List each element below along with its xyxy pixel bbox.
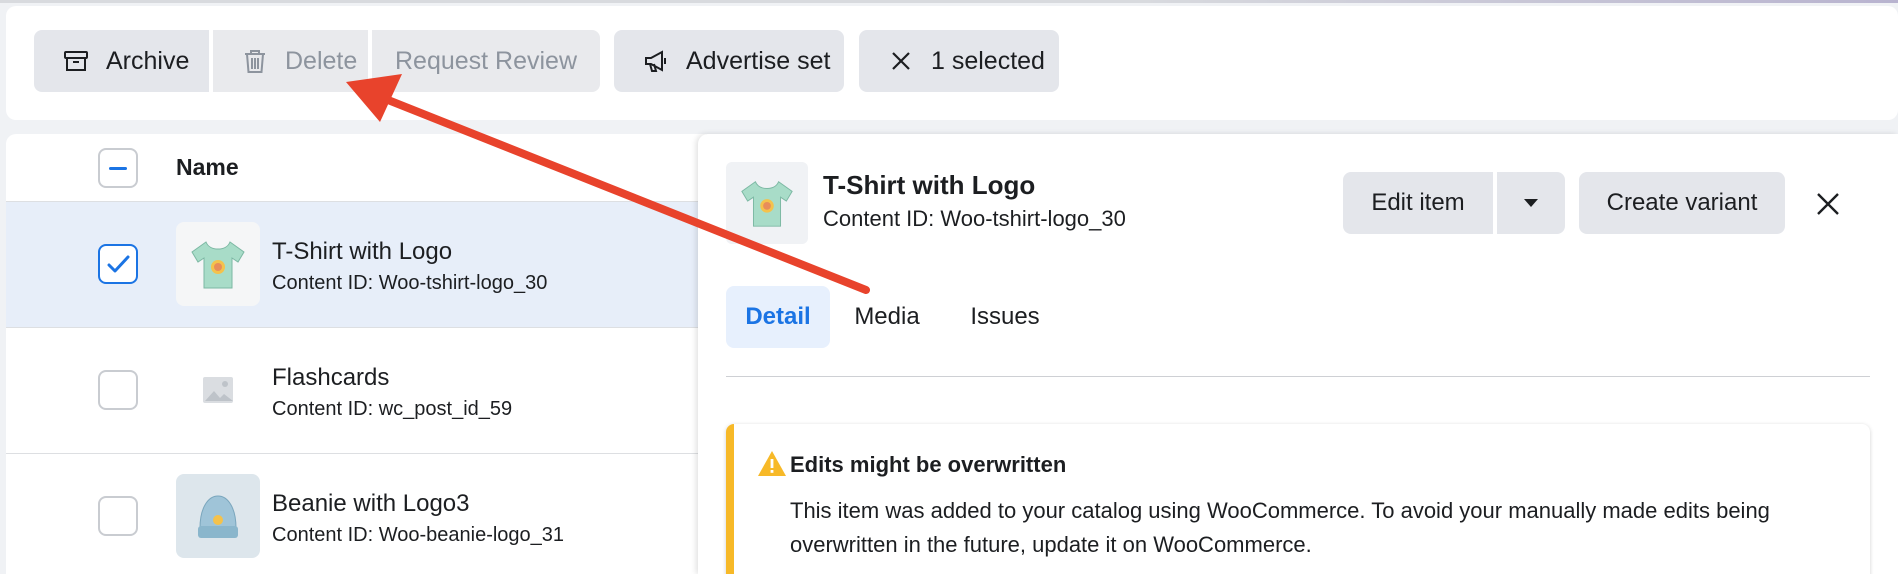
product-thumbnail <box>176 348 260 432</box>
close-icon <box>892 52 910 70</box>
archive-button[interactable]: Archive <box>34 30 209 92</box>
window-top-border <box>0 0 1898 3</box>
row-content-id: Content ID: wc_post_id_59 <box>272 398 513 420</box>
select-all-checkbox[interactable] <box>98 148 138 188</box>
request-review-label: Request Review <box>394 46 578 75</box>
row-checkbox[interactable] <box>98 496 138 536</box>
table-row[interactable]: T-Shirt with Logo Content ID: Woo-tshirt… <box>6 202 706 328</box>
row-title: T-Shirt with Logo <box>272 238 453 265</box>
detail-content-id: Content ID: Woo-tshirt-logo_30 <box>823 206 1126 231</box>
delete-label: Delete <box>285 46 358 75</box>
warning-icon <box>758 451 786 476</box>
trash-icon <box>245 50 265 73</box>
tshirt-image <box>191 241 245 289</box>
tab-divider <box>726 376 1870 377</box>
clear-selection-button[interactable]: 1 selected <box>859 30 1059 92</box>
row-checkbox[interactable] <box>98 370 138 410</box>
edit-options-dropdown[interactable] <box>1497 172 1565 234</box>
megaphone-icon <box>645 50 666 72</box>
detail-thumbnail <box>726 162 808 244</box>
table-header: Name <box>6 134 706 202</box>
product-thumbnail <box>176 222 260 306</box>
row-content-id: Content ID: Woo-beanie-logo_31 <box>272 524 565 546</box>
row-content-id: Content ID: Woo-tshirt-logo_30 <box>272 272 548 294</box>
detail-title: T-Shirt with Logo <box>823 170 1036 200</box>
tshirt-image <box>741 180 793 227</box>
image-placeholder-icon <box>203 377 233 403</box>
row-title: Beanie with Logo3 <box>272 490 470 517</box>
edit-item-button[interactable]: Edit item <box>1343 172 1493 234</box>
alert-body: This item was added to your catalog usin… <box>790 498 1770 557</box>
advertise-set-button[interactable]: Advertise set <box>614 30 844 92</box>
selected-count-label: 1 selected <box>931 46 1045 75</box>
item-detail-panel: T-Shirt with Logo Content ID: Woo-tshirt… <box>698 134 1898 574</box>
table-row[interactable]: Flashcards Content ID: wc_post_id_59 <box>6 328 706 454</box>
advertise-set-label: Advertise set <box>686 46 831 75</box>
delete-button[interactable]: Delete <box>213 30 368 92</box>
alert-title: Edits might be overwritten <box>790 452 1067 477</box>
create-variant-button[interactable]: Create variant <box>1579 172 1785 234</box>
product-thumbnail <box>176 474 260 558</box>
overwrite-warning-alert: Edits might be overwritten This item was… <box>726 424 1870 574</box>
row-title: Flashcards <box>272 364 390 391</box>
table-row[interactable]: Beanie with Logo3 Content ID: Woo-beanie… <box>6 454 706 574</box>
close-panel-button[interactable] <box>1808 184 1848 224</box>
tab-detail[interactable]: Detail <box>726 286 830 348</box>
archive-label: Archive <box>106 46 190 75</box>
catalog-items-table: Name T-Shirt with Logo Content ID: Woo-t… <box>6 134 706 574</box>
column-header-name: Name <box>176 154 239 180</box>
request-review-button[interactable]: Request Review <box>372 30 600 92</box>
row-checkbox[interactable] <box>98 244 138 284</box>
caret-down-icon <box>1524 199 1538 207</box>
beanie-image <box>198 495 238 538</box>
checkmark-icon <box>107 255 130 273</box>
close-icon <box>1817 193 1839 215</box>
archive-icon <box>64 51 88 71</box>
tab-issues[interactable]: Issues <box>960 286 1050 348</box>
tab-media[interactable]: Media <box>846 286 928 348</box>
bulk-action-toolbar: Archive Delete Request Review Advertise … <box>6 6 1898 120</box>
